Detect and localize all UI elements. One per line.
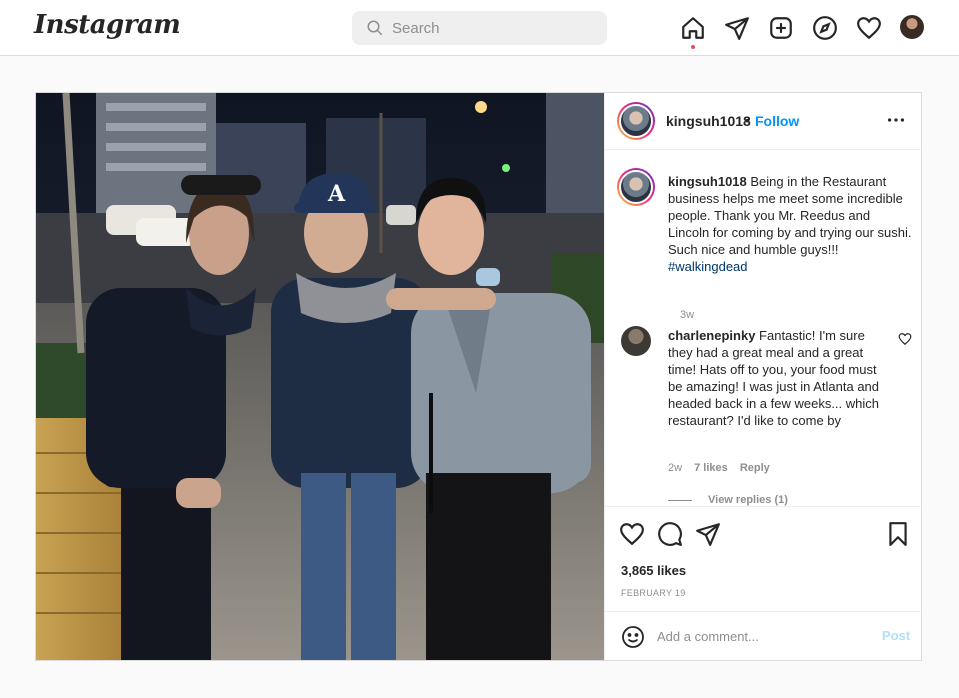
comment-timestamp[interactable]: 2w bbox=[668, 462, 682, 474]
post-date[interactable]: FEBRUARY 19 bbox=[621, 588, 686, 598]
save-icon[interactable] bbox=[885, 521, 911, 547]
add-comment-input[interactable] bbox=[657, 620, 867, 652]
caption-username[interactable]: kingsuh1018 bbox=[668, 174, 747, 189]
commenter-username[interactable]: charlenepinky bbox=[668, 328, 755, 343]
search-icon bbox=[367, 20, 383, 36]
view-replies-label: View replies (1) bbox=[708, 494, 788, 506]
author-avatar[interactable] bbox=[617, 102, 655, 140]
instagram-logo[interactable]: Instagram bbox=[34, 10, 181, 40]
comment-icon[interactable] bbox=[657, 521, 683, 547]
comment-like-icon[interactable] bbox=[898, 332, 912, 346]
new-post-icon[interactable] bbox=[768, 15, 794, 41]
view-replies-line bbox=[668, 499, 692, 501]
post-sidebar: kingsuh1018 • Follow kingsuh1018 Being i… bbox=[604, 93, 922, 660]
caption-timestamp[interactable]: 3w bbox=[680, 309, 694, 321]
post-header: kingsuh1018 • Follow bbox=[605, 93, 922, 150]
post-comment-button[interactable]: Post bbox=[882, 628, 910, 643]
home-icon[interactable] bbox=[680, 15, 706, 49]
comment-text: charlenepinky Fantastic! I'm sure they h… bbox=[668, 327, 888, 429]
comment-likes[interactable]: 7 likes bbox=[694, 462, 728, 474]
follow-button[interactable]: Follow bbox=[755, 113, 799, 129]
commenter-avatar[interactable] bbox=[621, 326, 651, 356]
comments-section[interactable]: kingsuh1018 Being in the Restaurant busi… bbox=[605, 150, 922, 506]
comment-reply-button[interactable]: Reply bbox=[740, 462, 770, 474]
comment-body: Fantastic! I'm sure they had a great mea… bbox=[668, 328, 880, 428]
search-input[interactable] bbox=[392, 11, 592, 45]
caption-hashtag[interactable]: #walkingdead bbox=[668, 259, 748, 274]
more-options-icon[interactable] bbox=[885, 109, 907, 131]
top-nav: Instagram bbox=[0, 0, 959, 56]
activity-icon[interactable] bbox=[856, 15, 882, 41]
post-photo[interactable]: A bbox=[36, 93, 604, 660]
profile-avatar[interactable] bbox=[900, 15, 924, 39]
home-notification-dot bbox=[691, 45, 695, 49]
svg-text:A: A bbox=[327, 181, 346, 207]
like-icon[interactable] bbox=[619, 521, 645, 547]
caption-text: kingsuh1018 Being in the Restaurant busi… bbox=[668, 173, 913, 275]
emoji-icon[interactable] bbox=[621, 625, 645, 649]
header-separator: • bbox=[745, 112, 750, 128]
search-box[interactable] bbox=[352, 11, 607, 45]
direct-icon[interactable] bbox=[724, 15, 750, 41]
add-comment-bar: Post bbox=[605, 611, 922, 660]
post-card: A kingsuh1018 • Follow kingsuh1018 Being… bbox=[35, 92, 922, 661]
comment-meta: 2w 7 likes Reply bbox=[668, 462, 779, 474]
explore-icon[interactable] bbox=[812, 15, 838, 41]
post-actions: 3,865 likes FEBRUARY 19 bbox=[605, 506, 922, 611]
post-photo-illustration: A bbox=[36, 93, 604, 660]
author-username[interactable]: kingsuh1018 bbox=[666, 113, 751, 129]
share-icon[interactable] bbox=[695, 521, 721, 547]
likes-count[interactable]: 3,865 likes bbox=[621, 563, 686, 578]
view-replies-button[interactable]: View replies (1) bbox=[668, 494, 788, 506]
caption-avatar[interactable] bbox=[617, 168, 655, 206]
